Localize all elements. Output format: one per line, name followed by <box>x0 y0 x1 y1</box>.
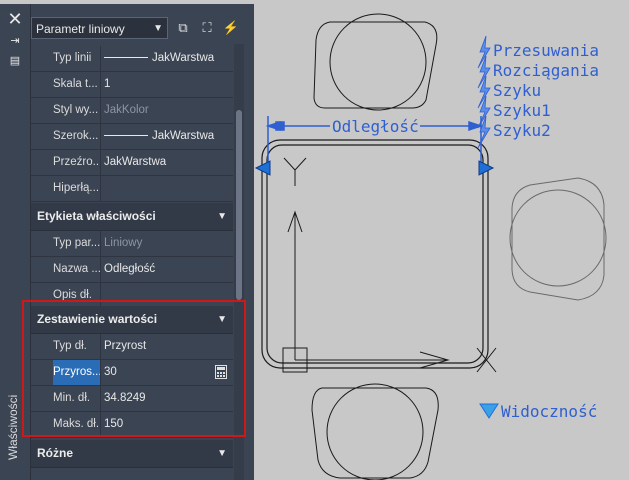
prop-row-max-distance[interactable]: Maks. dł. 150 <box>31 412 233 438</box>
action-label-array[interactable]: Szyku <box>493 81 541 100</box>
prop-name: Opis dł. <box>53 289 92 301</box>
prop-name: Przyros... <box>53 360 101 385</box>
chevron-down-icon: ▼ <box>217 314 227 325</box>
prop-value[interactable]: 150 <box>104 412 229 437</box>
quick-select-icon[interactable]: ⛶ <box>197 19 217 37</box>
action-label-array2[interactable]: Szyku2 <box>493 121 551 140</box>
dimension-label: Odległość <box>332 117 419 136</box>
object-type-value: Parametr liniowy <box>36 22 125 36</box>
action-icons <box>477 35 491 149</box>
autohide-icon[interactable]: ⇥ <box>6 34 24 48</box>
prop-value[interactable] <box>104 176 229 201</box>
prop-row-linetype-scale[interactable]: Skala t... 1 <box>31 72 233 98</box>
close-icon[interactable]: ✕ <box>6 10 24 28</box>
chair-right <box>509 177 607 301</box>
prop-row-transparency[interactable]: Przeźro... JakWarstwa <box>31 150 233 176</box>
chair-bottom <box>311 383 439 480</box>
section-property-label[interactable]: Etykieta właściwości ▼ <box>31 203 233 231</box>
palette-side-strip: ✕ ⇥ ▤ Właściwości <box>0 4 31 480</box>
prop-value[interactable]: Odległość <box>104 257 229 282</box>
calculator-icon[interactable] <box>215 365 227 379</box>
line-swatch <box>104 57 148 59</box>
prop-row-min-distance[interactable]: Min. dł. 34.8249 <box>31 386 233 412</box>
properties-list: Typ linii JakWarstwa Skala t... 1 Styl w… <box>31 44 233 480</box>
prop-row-plot-style[interactable]: Styl wy... JakKolor <box>31 98 233 124</box>
chevron-down-icon: ▼ <box>153 23 163 34</box>
prop-value[interactable]: 30 <box>104 360 229 385</box>
section-title: Etykieta właściwości <box>37 209 156 223</box>
dimension-grip-right[interactable] <box>478 160 495 176</box>
prop-value[interactable]: Przyrost <box>104 334 229 359</box>
prop-name: Maks. dł. <box>53 418 100 430</box>
prop-value[interactable]: JakKolor <box>104 98 229 123</box>
prop-value[interactable]: Liniowy <box>104 231 229 256</box>
prop-value[interactable]: JakWarstwa <box>104 124 229 149</box>
action-label-move[interactable]: Przesuwania <box>493 41 599 60</box>
palette-menu-icon[interactable]: ▤ <box>6 54 24 68</box>
prop-value[interactable]: JakWarstwa <box>104 46 229 71</box>
ucs-icon <box>282 157 497 373</box>
prop-value[interactable]: 1 <box>104 72 229 97</box>
prop-row-linetype[interactable]: Typ linii JakWarstwa <box>31 46 233 72</box>
palette-title: Właściwości <box>6 394 20 460</box>
action-label-stretch[interactable]: Rozciągania <box>493 61 599 80</box>
section-title: Zestawienie wartości <box>37 312 158 326</box>
prop-name: Min. dł. <box>53 392 91 404</box>
prop-row-distance-name[interactable]: Nazwa ... Odległość <box>31 257 233 283</box>
object-type-select[interactable]: Parametr liniowy ▼ <box>31 17 168 39</box>
section-title: Różne <box>37 446 73 460</box>
dimension-grip-left[interactable] <box>254 160 271 176</box>
prop-name: Typ par... <box>53 237 101 249</box>
properties-palette: ✕ ⇥ ▤ Właściwości Parametr liniowy ▼ ⧉ ⛶… <box>0 4 254 480</box>
toggle-pickadd-icon[interactable]: ⚡ <box>221 19 241 37</box>
properties-scrollbar[interactable] <box>234 44 244 480</box>
prop-name: Styl wy... <box>53 104 99 116</box>
prop-value[interactable]: 34.8249 <box>104 386 229 411</box>
chair-top <box>313 13 438 111</box>
prop-row-distance-type[interactable]: Typ dł. Przyrost <box>31 334 233 360</box>
visibility-grip-icon[interactable] <box>479 403 499 419</box>
section-value-set[interactable]: Zestawienie wartości ▼ <box>31 306 233 334</box>
prop-row-hyperlink[interactable]: Hiperłą... <box>31 176 233 202</box>
prop-name: Hiperłą... <box>53 182 100 194</box>
prop-value[interactable] <box>104 283 229 308</box>
prop-name: Nazwa ... <box>53 263 101 275</box>
prop-row-lineweight[interactable]: Szerok... JakWarstwa <box>31 124 233 150</box>
prop-row-distance-increment[interactable]: Przyros... 30 <box>31 360 233 386</box>
prop-name: Szerok... <box>53 130 99 142</box>
visibility-label[interactable]: Widoczność <box>501 402 597 421</box>
chevron-down-icon: ▼ <box>217 448 227 459</box>
palette-toolbar: Parametr liniowy ▼ ⧉ ⛶ ⚡ <box>31 16 253 42</box>
select-objects-icon[interactable]: ⧉ <box>173 19 193 37</box>
line-swatch <box>104 135 148 137</box>
prop-name: Typ linii <box>53 52 92 64</box>
scrollbar-thumb[interactable] <box>236 110 242 300</box>
section-misc[interactable]: Różne ▼ <box>31 440 233 468</box>
prop-name: Typ dł. <box>53 340 87 352</box>
prop-row-parameter-type[interactable]: Typ par... Liniowy <box>31 231 233 257</box>
prop-value[interactable]: JakWarstwa <box>104 150 229 175</box>
prop-name: Przeźro... <box>53 156 101 168</box>
action-label-array1[interactable]: Szyku1 <box>493 101 551 120</box>
chevron-down-icon: ▼ <box>217 211 227 222</box>
table <box>261 139 489 369</box>
prop-name: Skala t... <box>53 78 98 90</box>
